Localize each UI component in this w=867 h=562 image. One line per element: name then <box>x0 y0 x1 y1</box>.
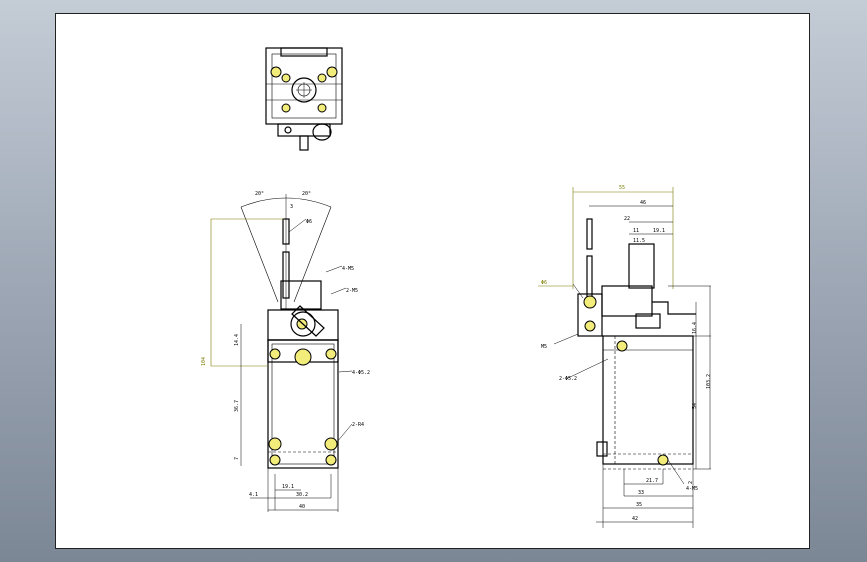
side-head-top <box>628 243 655 289</box>
side-mount-hole <box>657 454 669 466</box>
swing-limit-left <box>240 206 279 303</box>
dim-2phi52-label: 2-Φ5.2 <box>559 376 577 382</box>
swing-limit-right <box>293 206 332 303</box>
leader <box>325 265 343 273</box>
dim-33-label: 33 <box>638 490 644 496</box>
top-view-plunger <box>299 135 309 151</box>
drawing-sheet: 20° 20° 3 Φ6 4-M5 2-M5 4-Φ5.2 2-R4 104 1… <box>55 13 810 549</box>
dim-42-label: 42 <box>632 516 638 522</box>
front-view: 20° 20° 3 Φ6 4-M5 2-M5 4-Φ5.2 2-R4 104 1… <box>201 191 370 512</box>
leader <box>336 423 353 443</box>
angle-right-label: 20° <box>302 191 311 197</box>
dim-4m5-label: 4-M5 <box>342 266 354 272</box>
leader <box>553 333 579 345</box>
dim-302-label: 30.2 <box>296 492 308 498</box>
top-view-base-plate <box>277 123 331 137</box>
dim-115-label: 11.5 <box>633 238 645 244</box>
top-view-hole <box>317 73 327 83</box>
side-pivot-hole <box>583 295 597 309</box>
top-view-small-hole <box>284 126 292 134</box>
dim-41-label: 4.1 <box>249 492 258 498</box>
dim-14-label: 14.4 <box>234 334 240 346</box>
cad-drawing: 20° 20° 3 Φ6 4-M5 2-M5 4-Φ5.2 2-R4 104 1… <box>201 47 712 528</box>
dim-height-label: 104 <box>201 357 207 366</box>
dim-164-label: 16.4 <box>692 322 698 334</box>
mount-hole <box>268 437 282 451</box>
dim-2r4-label: 2-R4 <box>352 422 364 428</box>
conduit-hole <box>294 348 312 366</box>
side-view: 55 46 22 11 19.1 11.5 Φ6 M5 2-Φ5.2 16.4 … <box>538 185 712 528</box>
dim-55-label: 55 <box>619 185 625 191</box>
leader <box>338 370 353 373</box>
top-view-hole <box>270 66 282 78</box>
leader <box>288 218 307 233</box>
dim-1032-label: 103.2 <box>706 374 712 389</box>
dim-7-label: 7 <box>234 457 240 460</box>
dim-4phi52-label: 4-Φ5.2 <box>352 370 370 376</box>
dim-191-label: 19.1 <box>653 228 665 234</box>
dim-2m5-label: 2-M5 <box>346 288 358 294</box>
mount-hole <box>269 454 281 466</box>
dim-40-label: 40 <box>299 504 305 510</box>
mount-hole <box>269 348 281 360</box>
side-body <box>602 335 694 465</box>
top-view-hole <box>317 103 327 113</box>
dim-top-label: 3 <box>290 204 293 210</box>
top-view-hole <box>281 103 291 113</box>
dim-4m5-side-label: 4-M5 <box>686 486 698 492</box>
dim-35-label: 35 <box>636 502 642 508</box>
dim-22-label: 22 <box>624 216 630 222</box>
switch-head <box>280 280 322 310</box>
dim-46-label: 46 <box>640 200 646 206</box>
side-head-step <box>652 301 696 315</box>
dim-217-label: 21.7 <box>646 478 658 484</box>
dim-phi6-label: Φ6 <box>541 280 547 286</box>
side-mount-hole <box>616 340 628 352</box>
side-head-housing <box>601 285 653 317</box>
dim-m5-label: M5 <box>541 344 547 350</box>
top-view-screw-head <box>312 123 332 141</box>
top-view-hole <box>326 66 338 78</box>
top-view-hole <box>281 73 291 83</box>
angle-left-label: 20° <box>255 191 264 197</box>
leader <box>330 287 347 295</box>
mount-hole <box>324 437 338 451</box>
side-pivot-hole <box>584 320 596 332</box>
dim-36-label: 36.7 <box>234 400 240 412</box>
dim-rod-label: Φ6 <box>306 219 312 225</box>
top-view <box>265 47 343 151</box>
mount-hole <box>325 348 337 360</box>
dim-54-label: 54 <box>692 403 698 409</box>
top-view-top-rib <box>280 47 328 57</box>
mount-hole <box>325 454 337 466</box>
side-lever-rod-upper <box>586 218 593 250</box>
dim-11-label: 11 <box>633 228 639 234</box>
dim-191-label: 19.1 <box>282 484 294 490</box>
